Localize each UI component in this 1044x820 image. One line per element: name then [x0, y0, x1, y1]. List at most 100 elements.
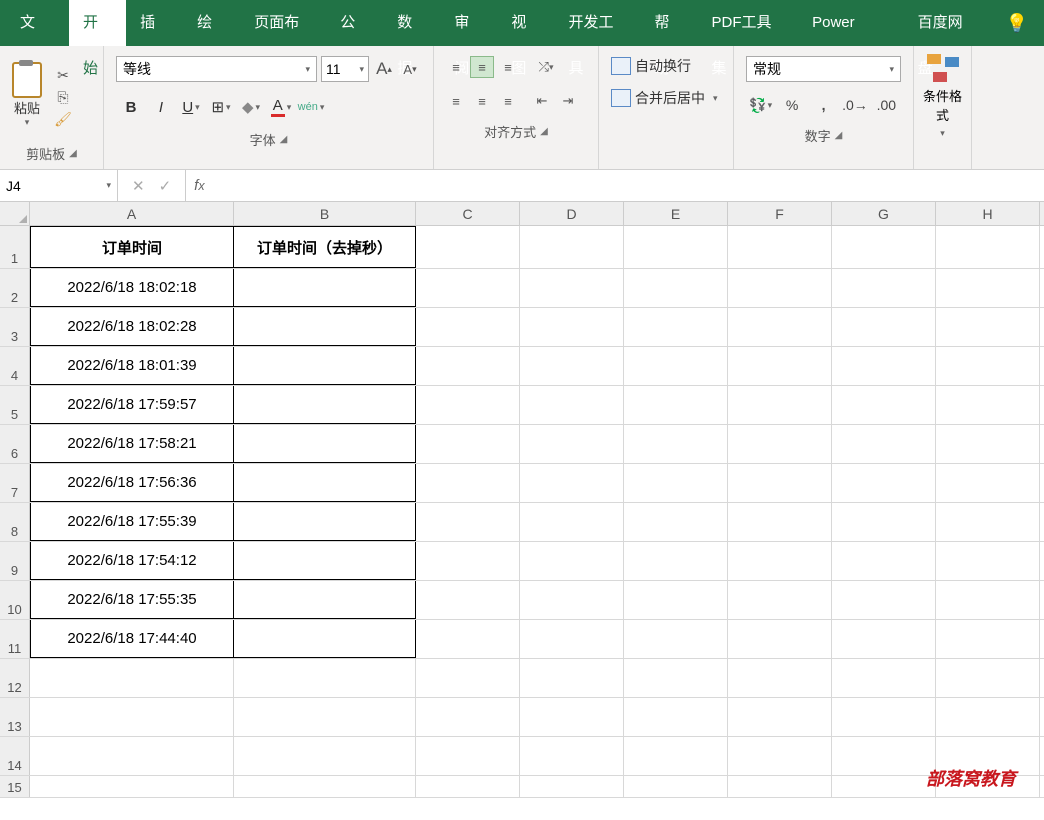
align-left-button[interactable]: ≡ [444, 90, 468, 112]
tab-review[interactable]: 审阅 [440, 0, 497, 46]
cell-b2[interactable] [234, 269, 416, 307]
align-center-button[interactable]: ≡ [470, 90, 494, 112]
tab-view[interactable]: 视图 [497, 0, 554, 46]
tab-data[interactable]: 数据 [383, 0, 440, 46]
font-color-button[interactable]: A [266, 94, 296, 120]
cell-b1[interactable]: 订单时间（去掉秒） [234, 226, 416, 268]
row-header-9[interactable]: 9 [0, 542, 30, 580]
increase-indent-button[interactable]: ⇥ [556, 90, 580, 112]
tab-insert[interactable]: 插入 [126, 0, 183, 46]
orientation-button[interactable]: ⤮▾ [534, 56, 558, 78]
cell-b4[interactable] [234, 347, 416, 385]
fx-icon[interactable]: fx [186, 170, 212, 201]
cond-format-icon[interactable] [927, 54, 959, 82]
cell-a1[interactable]: 订单时间 [30, 226, 234, 268]
italic-button[interactable]: I [146, 94, 176, 120]
cell-a5[interactable]: 2022/6/18 17:59:57 [30, 386, 234, 424]
row-header-14[interactable]: 14 [0, 737, 30, 775]
row-header-5[interactable]: 5 [0, 386, 30, 424]
bold-button[interactable]: B [116, 94, 146, 120]
cut-icon[interactable]: ✂ [54, 67, 72, 83]
row-header-6[interactable]: 6 [0, 425, 30, 463]
col-header-h[interactable]: H [936, 202, 1040, 225]
row-header-15[interactable]: 15 [0, 776, 30, 797]
name-box[interactable]: J4▾ [0, 170, 118, 201]
copy-icon[interactable]: ⎘ [54, 89, 72, 105]
currency-button[interactable]: 💱 [746, 92, 775, 118]
percent-button[interactable]: % [777, 92, 806, 118]
decrease-indent-button[interactable]: ⇤ [530, 90, 554, 112]
number-format-select[interactable]: 常规▾ [746, 56, 901, 82]
wrap-text-button[interactable]: 自动换行 [607, 50, 725, 82]
cell-a10[interactable]: 2022/6/18 17:55:35 [30, 581, 234, 619]
tab-dev[interactable]: 开发工具 [554, 0, 640, 46]
col-header-c[interactable]: C [416, 202, 520, 225]
tab-baidu[interactable]: 百度网盘 [904, 0, 990, 46]
cell-a9[interactable]: 2022/6/18 17:54:12 [30, 542, 234, 580]
col-header-f[interactable]: F [728, 202, 832, 225]
tab-file[interactable]: 文件 [0, 0, 69, 46]
align-launcher[interactable]: ◢ [540, 126, 548, 137]
cell-a2[interactable]: 2022/6/18 18:02:18 [30, 269, 234, 307]
col-header-a[interactable]: A [30, 202, 234, 225]
row-header-13[interactable]: 13 [0, 698, 30, 736]
row-header-10[interactable]: 10 [0, 581, 30, 619]
comma-button[interactable]: , [809, 92, 838, 118]
cell-b10[interactable] [234, 581, 416, 619]
shrink-font-button[interactable]: A▾ [399, 56, 421, 82]
clipboard-launcher[interactable]: ◢ [69, 148, 77, 159]
cell-b5[interactable] [234, 386, 416, 424]
align-right-button[interactable]: ≡ [496, 90, 520, 112]
grow-font-button[interactable]: A▴ [373, 56, 395, 82]
tell-me-icon[interactable]: 💡 [990, 13, 1044, 34]
align-middle-button[interactable]: ≡ [470, 56, 494, 78]
increase-decimal-button[interactable]: .0→ [840, 92, 869, 118]
col-header-b[interactable]: B [234, 202, 416, 225]
formula-input[interactable] [213, 170, 1044, 201]
cell-b9[interactable] [234, 542, 416, 580]
row-header-1[interactable]: 1 [0, 226, 30, 268]
col-header-g[interactable]: G [832, 202, 936, 225]
row-header-12[interactable]: 12 [0, 659, 30, 697]
cell-a8[interactable]: 2022/6/18 17:55:39 [30, 503, 234, 541]
tab-pdf[interactable]: PDF工具集 [698, 0, 799, 46]
cell-a4[interactable]: 2022/6/18 18:01:39 [30, 347, 234, 385]
row-header-7[interactable]: 7 [0, 464, 30, 502]
cell-a11[interactable]: 2022/6/18 17:44:40 [30, 620, 234, 658]
cell-a6[interactable]: 2022/6/18 17:58:21 [30, 425, 234, 463]
row-header-4[interactable]: 4 [0, 347, 30, 385]
row-header-11[interactable]: 11 [0, 620, 30, 658]
cell-b8[interactable] [234, 503, 416, 541]
paste-button[interactable]: 粘贴 ▾ [8, 58, 46, 132]
underline-button[interactable]: U [176, 94, 206, 120]
number-launcher[interactable]: ◢ [835, 130, 843, 141]
format-painter-icon[interactable]: 🖌 [54, 111, 72, 127]
phonetic-button[interactable]: wén [296, 94, 326, 120]
fill-color-button[interactable]: ◆ [236, 94, 266, 120]
cancel-formula-icon[interactable]: ✕ [132, 177, 145, 195]
tab-help[interactable]: 帮助 [641, 0, 698, 46]
decrease-decimal-button[interactable]: .00 [872, 92, 901, 118]
tab-home[interactable]: 开始 [69, 0, 126, 46]
font-name-select[interactable]: 等线▾ [116, 56, 317, 82]
font-size-select[interactable]: 11▾ [321, 56, 369, 82]
tab-layout[interactable]: 页面布局 [240, 0, 326, 46]
cell-b7[interactable] [234, 464, 416, 502]
row-header-3[interactable]: 3 [0, 308, 30, 346]
align-bottom-button[interactable]: ≡ [496, 56, 520, 78]
cond-format-button[interactable]: 条件格式▾ [922, 86, 963, 139]
row-header-2[interactable]: 2 [0, 269, 30, 307]
tab-formula[interactable]: 公式 [326, 0, 383, 46]
col-header-d[interactable]: D [520, 202, 624, 225]
border-button[interactable]: ⊞ [206, 94, 236, 120]
select-all-corner[interactable] [0, 202, 30, 225]
cell-a3[interactable]: 2022/6/18 18:02:28 [30, 308, 234, 346]
tab-draw[interactable]: 绘图 [183, 0, 240, 46]
cell-b3[interactable] [234, 308, 416, 346]
cell-b6[interactable] [234, 425, 416, 463]
tab-powerpivot[interactable]: Power Pivot [798, 0, 903, 46]
row-header-8[interactable]: 8 [0, 503, 30, 541]
align-top-button[interactable]: ≡ [444, 56, 468, 78]
col-header-e[interactable]: E [624, 202, 728, 225]
cell-a7[interactable]: 2022/6/18 17:56:36 [30, 464, 234, 502]
